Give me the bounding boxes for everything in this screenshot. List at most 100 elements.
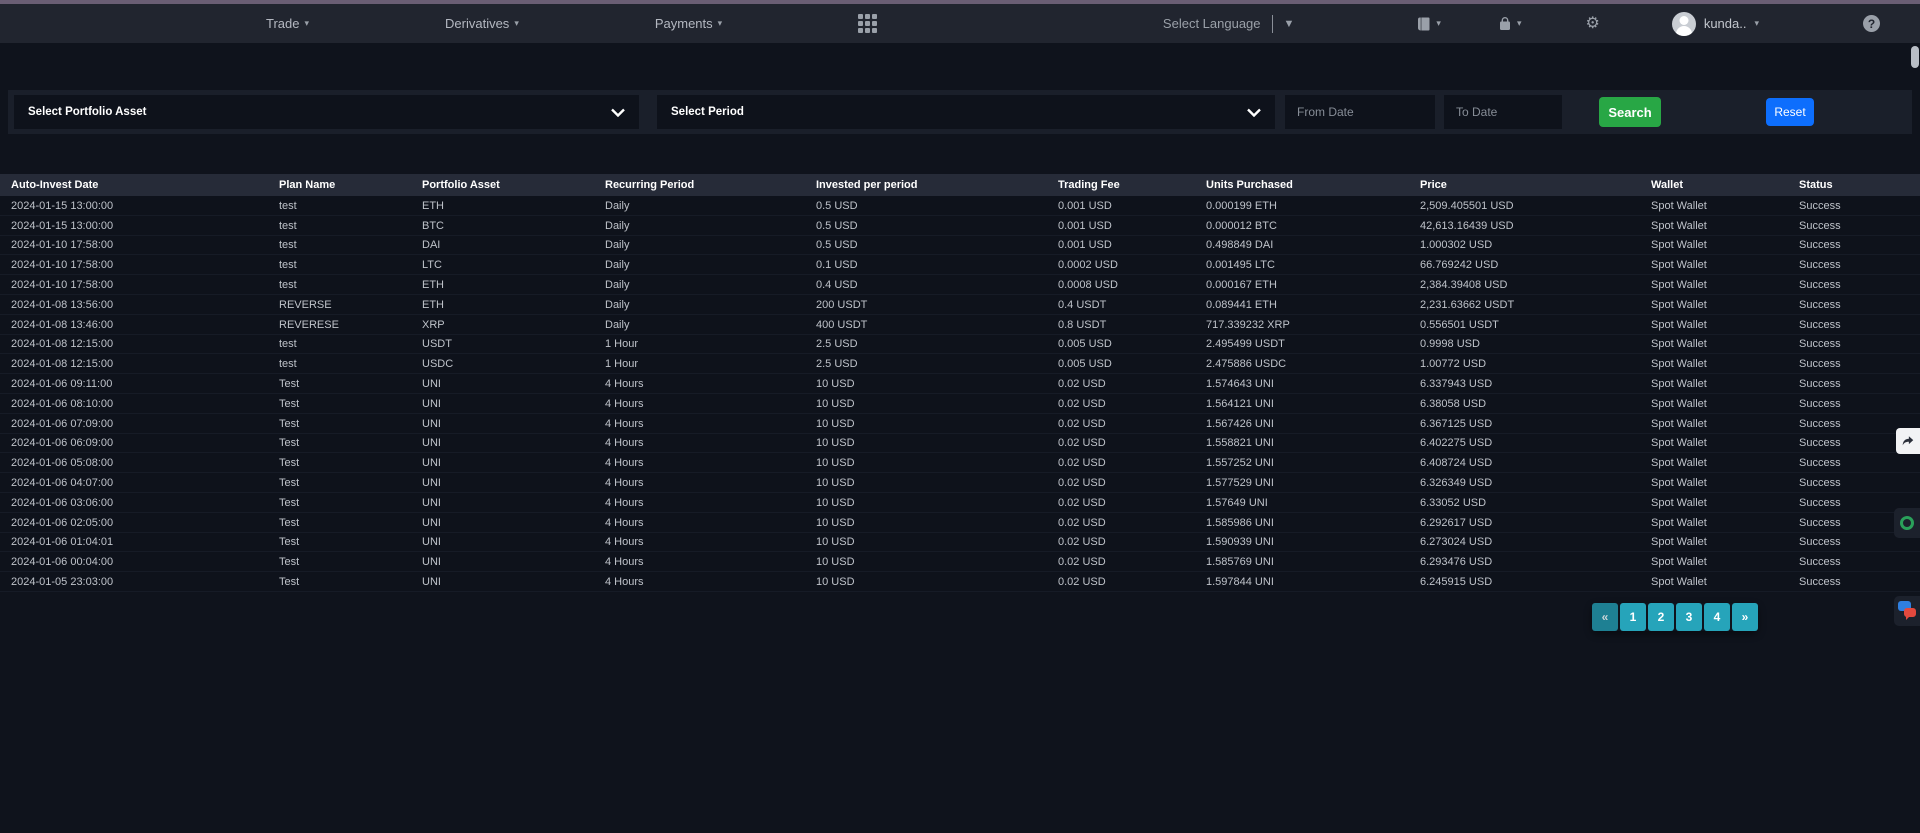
table-cell: Spot Wallet: [1651, 556, 1799, 568]
table-cell: 0.000199 ETH: [1206, 200, 1420, 212]
table-cell: 0.02 USD: [1058, 536, 1206, 548]
table-cell: 10 USD: [816, 378, 1058, 390]
reset-button[interactable]: Reset: [1766, 98, 1814, 126]
table-cell: 0.8 USDT: [1058, 319, 1206, 331]
table-cell: 2,384.39408 USD: [1420, 279, 1651, 291]
green-ring-widget-button[interactable]: [1894, 508, 1920, 538]
table-cell: 200 USDT: [816, 299, 1058, 311]
orders-book-menu[interactable]: ▾: [1416, 16, 1441, 32]
table-cell: 717.339232 XRP: [1206, 319, 1420, 331]
table-cell: 6.273024 USD: [1420, 536, 1651, 548]
table-cell: 0.9998 USD: [1420, 338, 1651, 350]
table-cell: Success: [1799, 279, 1920, 291]
share-widget-button[interactable]: [1896, 428, 1920, 454]
pagination-page-2[interactable]: 2: [1648, 603, 1674, 631]
chat-widget-button[interactable]: [1894, 596, 1920, 626]
table-cell: 0.005 USD: [1058, 358, 1206, 370]
table-cell: Spot Wallet: [1651, 338, 1799, 350]
chat-bubble-icon: [1904, 608, 1916, 617]
table-cell: 0.001 USD: [1058, 220, 1206, 232]
nav-derivatives-label: Derivatives: [445, 16, 509, 31]
table-cell: 2024-01-08 12:15:00: [0, 358, 279, 370]
table-cell: Spot Wallet: [1651, 536, 1799, 548]
table-cell: Success: [1799, 200, 1920, 212]
wallet-bag-menu[interactable]: ▾: [1497, 16, 1522, 32]
table-cell: 0.5 USD: [816, 239, 1058, 251]
table-cell: 6.326349 USD: [1420, 477, 1651, 489]
table-row: 2024-01-08 13:56:00REVERSEETHDaily200 US…: [0, 295, 1920, 315]
table-row: 2024-01-08 12:15:00testUSDC1 Hour2.5 USD…: [0, 354, 1920, 374]
table-cell: 6.337943 USD: [1420, 378, 1651, 390]
table-cell: Success: [1799, 319, 1920, 331]
table-cell: Success: [1799, 556, 1920, 568]
pagination-page-4[interactable]: 4: [1704, 603, 1730, 631]
to-date-input[interactable]: [1444, 95, 1562, 129]
user-menu[interactable]: kunda.. ▾: [1672, 12, 1759, 36]
table-cell: 4 Hours: [605, 398, 816, 410]
table-cell: 1.557252 UNI: [1206, 457, 1420, 469]
period-select-value: Select Period: [671, 106, 744, 118]
table-cell: Spot Wallet: [1651, 477, 1799, 489]
language-selector[interactable]: Select Language ▼: [1163, 15, 1294, 33]
table-cell: Success: [1799, 536, 1920, 548]
table-cell: 6.292617 USD: [1420, 517, 1651, 529]
chevron-down-icon: ▾: [718, 18, 723, 29]
table-row: 2024-01-06 04:07:00TestUNI4 Hours10 USD0…: [0, 473, 1920, 493]
settings-gear-icon[interactable]: ⚙: [1585, 16, 1599, 32]
table-cell: 0.5 USD: [816, 220, 1058, 232]
table-cell: 0.000012 BTC: [1206, 220, 1420, 232]
table-cell: UNI: [422, 497, 605, 509]
username: kunda..: [1704, 16, 1747, 31]
table-cell: 0.4 USDT: [1058, 299, 1206, 311]
table-cell: test: [279, 200, 422, 212]
from-date-input[interactable]: [1285, 95, 1435, 129]
period-select[interactable]: Select Period: [657, 95, 1275, 129]
table-cell: 1.585769 UNI: [1206, 556, 1420, 568]
table-row: 2024-01-06 00:04:00TestUNI4 Hours10 USD0…: [0, 552, 1920, 572]
table-cell: 2.475886 USDC: [1206, 358, 1420, 370]
table-cell: 6.402275 USD: [1420, 437, 1651, 449]
table-body: 2024-01-15 13:00:00testETHDaily0.5 USD0.…: [0, 196, 1920, 592]
nav-payments-menu[interactable]: Payments ▾: [655, 16, 722, 31]
table-cell: 6.367125 USD: [1420, 418, 1651, 430]
nav-derivatives-menu[interactable]: Derivatives ▾: [445, 16, 519, 31]
table-cell: 10 USD: [816, 437, 1058, 449]
table-cell: 0.498849 DAI: [1206, 239, 1420, 251]
table-cell: UNI: [422, 517, 605, 529]
table-cell: Spot Wallet: [1651, 398, 1799, 410]
pagination-next-button[interactable]: »: [1732, 603, 1758, 631]
pagination-prev-button[interactable]: «: [1592, 603, 1618, 631]
apps-grid-icon[interactable]: [858, 14, 877, 33]
table-cell: Test: [279, 457, 422, 469]
table-cell: 1.567426 UNI: [1206, 418, 1420, 430]
pagination-page-3[interactable]: 3: [1676, 603, 1702, 631]
table-cell: 4 Hours: [605, 536, 816, 548]
table-cell: USDT: [422, 338, 605, 350]
table-cell: Spot Wallet: [1651, 299, 1799, 311]
column-header: Status: [1799, 179, 1920, 191]
avatar: [1672, 12, 1696, 36]
table-cell: 10 USD: [816, 457, 1058, 469]
table-cell: 6.33052 USD: [1420, 497, 1651, 509]
nav-trade-menu[interactable]: Trade ▾: [266, 16, 309, 31]
table-cell: Success: [1799, 398, 1920, 410]
pagination-page-1[interactable]: 1: [1620, 603, 1646, 631]
table-cell: UNI: [422, 398, 605, 410]
table-row: 2024-01-06 07:09:00TestUNI4 Hours10 USD0…: [0, 414, 1920, 434]
table-cell: 2024-01-15 13:00:00: [0, 220, 279, 232]
table-row: 2024-01-10 17:58:00testETHDaily0.4 USD0.…: [0, 275, 1920, 295]
table-cell: 10 USD: [816, 517, 1058, 529]
table-cell: 4 Hours: [605, 457, 816, 469]
table-cell: Daily: [605, 239, 816, 251]
help-icon[interactable]: ?: [1863, 15, 1880, 32]
table-cell: DAI: [422, 239, 605, 251]
search-button[interactable]: Search: [1599, 97, 1661, 127]
table-cell: Daily: [605, 279, 816, 291]
portfolio-asset-select-value: Select Portfolio Asset: [28, 106, 146, 118]
table-cell: Test: [279, 398, 422, 410]
top-nav: Trade ▾ Derivatives ▾ Payments ▾ Select …: [0, 4, 1920, 43]
table-cell: XRP: [422, 319, 605, 331]
portfolio-asset-select[interactable]: Select Portfolio Asset: [14, 95, 639, 129]
table-cell: 1.597844 UNI: [1206, 576, 1420, 588]
scrollbar-thumb[interactable]: [1911, 46, 1919, 68]
